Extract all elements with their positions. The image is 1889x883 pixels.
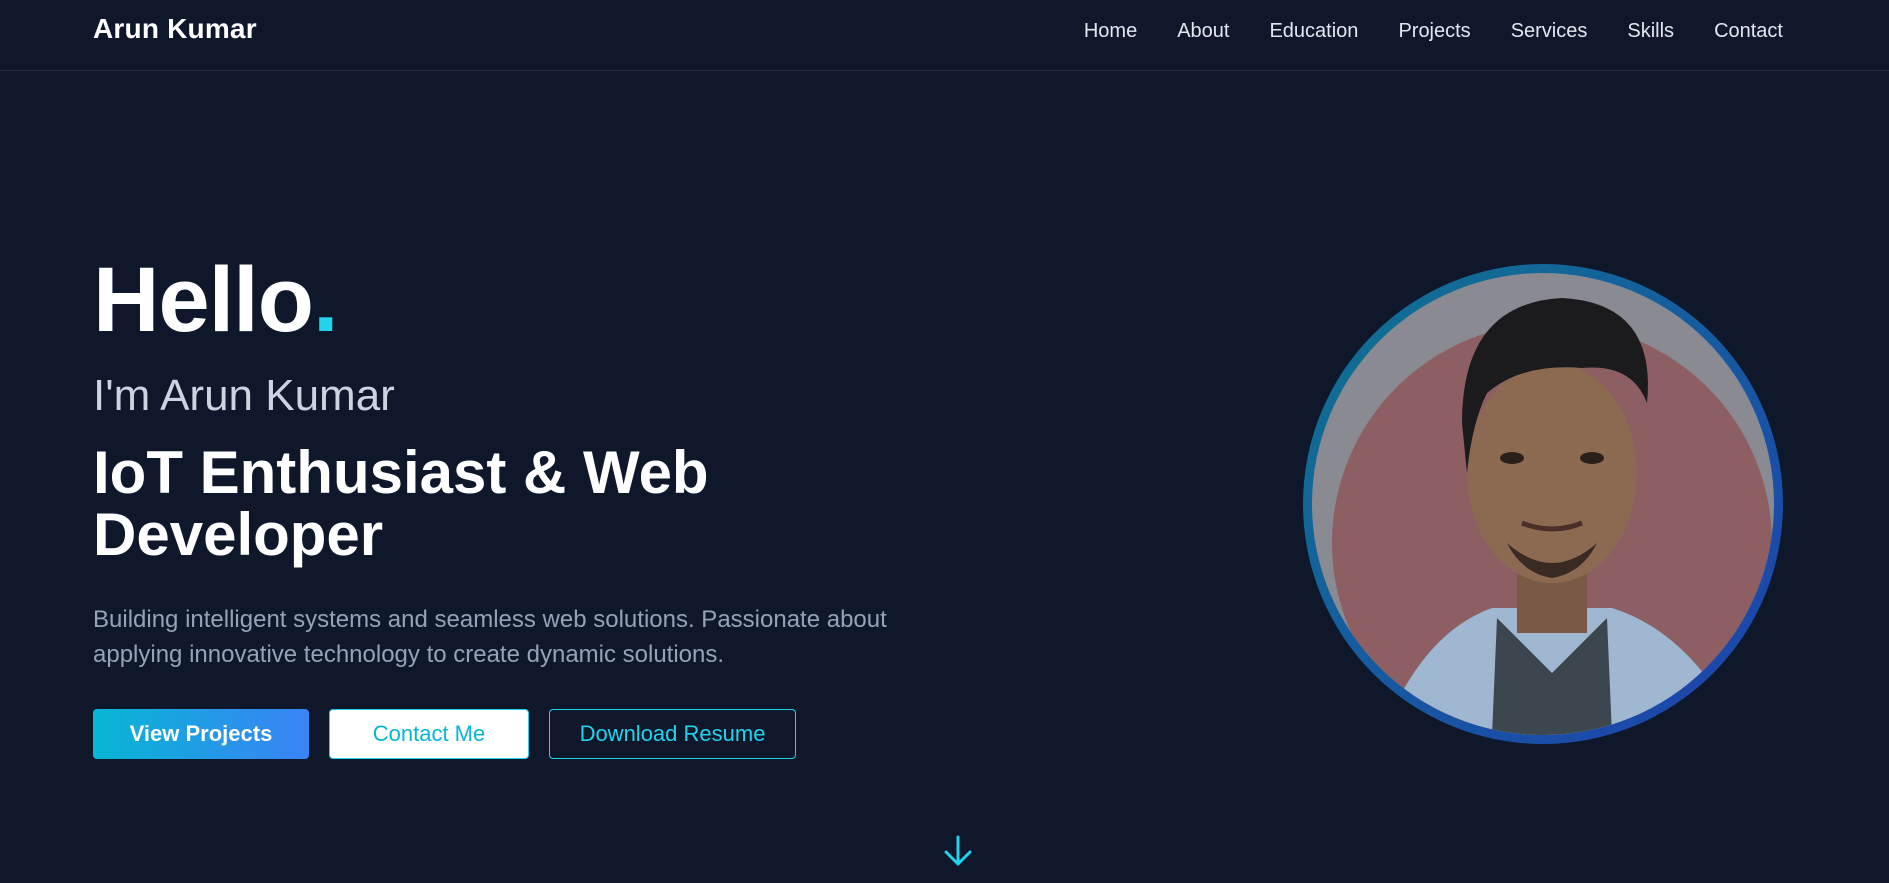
nav-link-services[interactable]: Services <box>1511 18 1588 44</box>
nav-link-projects[interactable]: Projects <box>1398 18 1470 44</box>
nav-link-home[interactable]: Home <box>1084 18 1137 44</box>
nav-links: Home About Education Projects Services S… <box>1084 18 1783 44</box>
nav-link-skills[interactable]: Skills <box>1627 18 1674 44</box>
hero-description: Building intelligent systems and seamles… <box>93 606 887 668</box>
profile-photo <box>1332 298 1772 735</box>
hero-section: Hello. I'm Arun Kumar IoT Enthusiast & W… <box>93 250 953 672</box>
nav-link-contact[interactable]: Contact <box>1714 18 1783 44</box>
hero-greeting: Hello. <box>93 250 953 350</box>
hero-role: IoT Enthusiast & Web Developer <box>93 439 709 568</box>
hero-intro: I'm Arun Kumar <box>93 371 395 420</box>
avatar <box>1312 273 1774 735</box>
brand-logo[interactable]: Arun Kumar <box>93 13 257 45</box>
greeting-dot: . <box>312 249 339 351</box>
avatar-ring <box>1303 264 1783 744</box>
nav-link-about[interactable]: About <box>1177 18 1229 44</box>
contact-me-button[interactable]: Contact Me <box>329 709 529 759</box>
arrow-down-icon[interactable] <box>942 834 974 868</box>
navbar: Arun Kumar Home About Education Projects… <box>0 0 1889 71</box>
view-projects-button[interactable]: View Projects <box>93 709 309 759</box>
nav-link-education[interactable]: Education <box>1269 18 1358 44</box>
hero-buttons: View Projects Contact Me Download Resume <box>93 709 796 759</box>
greeting-text: Hello <box>93 249 314 351</box>
download-resume-button[interactable]: Download Resume <box>549 709 796 759</box>
